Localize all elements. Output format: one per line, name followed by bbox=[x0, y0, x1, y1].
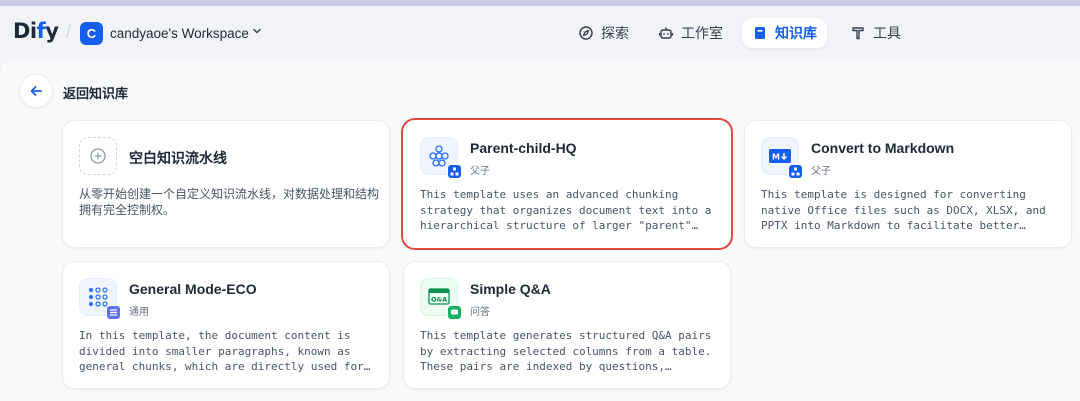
workspace-name[interactable]: candyaoe's Workspace bbox=[110, 26, 249, 41]
top-navigation-bar: Dify / C candyaoe's Workspace 探索 工作室 知识库… bbox=[0, 6, 1080, 60]
back-label[interactable]: 返回知识库 bbox=[63, 83, 128, 102]
nav-tools[interactable]: 工具 bbox=[840, 18, 911, 48]
nav-label: 探索 bbox=[601, 25, 629, 41]
markdown-icon: M bbox=[761, 137, 803, 179]
card-description: In this template, the document content i… bbox=[79, 329, 364, 373]
card-description: This template uses an advanced chunking … bbox=[420, 188, 712, 232]
template-card-general-mode-eco[interactable]: General Mode-ECO 通用 In this template, th… bbox=[62, 261, 390, 389]
parent-child-badge-icon bbox=[447, 164, 462, 179]
card-tag: 父子 bbox=[811, 166, 831, 177]
compass-icon bbox=[579, 26, 593, 40]
qa-icon: Q&A bbox=[420, 278, 462, 320]
plus-circle-icon bbox=[79, 137, 117, 175]
grid-dots-icon bbox=[79, 278, 121, 320]
robot-icon bbox=[658, 27, 674, 39]
nav-studio[interactable]: 工作室 bbox=[648, 18, 733, 48]
svg-text:M: M bbox=[772, 153, 780, 162]
hierarchy-icon bbox=[420, 137, 462, 179]
nav-label: 工作室 bbox=[681, 25, 723, 41]
card-tag: 问答 bbox=[470, 307, 490, 318]
workspace-avatar[interactable]: C bbox=[80, 22, 103, 45]
card-description: This template is designed for converting… bbox=[761, 188, 1046, 232]
template-card-parent-child-hq[interactable]: Parent-child-HQ 父子 This template uses an… bbox=[403, 120, 731, 248]
breadcrumb-separator: / bbox=[66, 22, 72, 42]
card-description: 从零开始创建一个自定义知识流水线，对数据处理和结构拥有完全控制权。 bbox=[79, 187, 379, 217]
template-card-simple-qa[interactable]: Q&A Simple Q&A 问答 This template generate… bbox=[403, 261, 731, 389]
nav-label: 知识库 bbox=[775, 25, 817, 41]
card-title: Convert to Markdown bbox=[811, 140, 955, 156]
chevron-down-icon[interactable] bbox=[252, 26, 262, 39]
general-badge-icon bbox=[106, 305, 121, 320]
qa-badge-icon bbox=[447, 305, 462, 320]
card-title: 空白知识流水线 bbox=[129, 150, 227, 166]
card-description: This template generates structured Q&A p… bbox=[420, 329, 712, 373]
arrow-left-icon bbox=[30, 86, 42, 96]
book-icon bbox=[755, 27, 765, 39]
template-card-convert-to-markdown[interactable]: M Convert to Markdown 父子 This template i… bbox=[744, 120, 1072, 248]
back-button[interactable] bbox=[19, 74, 53, 108]
main-content: 返回知识库 空白知识流水线 从零开始创建一个自定义知识流水线，对数据处理和结构拥… bbox=[0, 60, 1080, 401]
template-card-blank[interactable]: 空白知识流水线 从零开始创建一个自定义知识流水线，对数据处理和结构拥有完全控制权… bbox=[62, 120, 390, 248]
tool-icon bbox=[852, 27, 864, 40]
nav-label: 工具 bbox=[873, 25, 901, 41]
dify-logo[interactable]: Dify bbox=[13, 19, 59, 43]
card-title: Simple Q&A bbox=[470, 281, 551, 297]
card-title: Parent-child-HQ bbox=[470, 140, 577, 156]
card-tag: 父子 bbox=[470, 166, 490, 177]
parent-child-badge-icon bbox=[788, 164, 803, 179]
card-tag: 通用 bbox=[129, 307, 149, 318]
nav-explore[interactable]: 探索 bbox=[568, 18, 639, 48]
nav-knowledge[interactable]: 知识库 bbox=[742, 18, 827, 48]
svg-text:Q&A: Q&A bbox=[431, 296, 447, 304]
card-title: General Mode-ECO bbox=[129, 281, 257, 297]
